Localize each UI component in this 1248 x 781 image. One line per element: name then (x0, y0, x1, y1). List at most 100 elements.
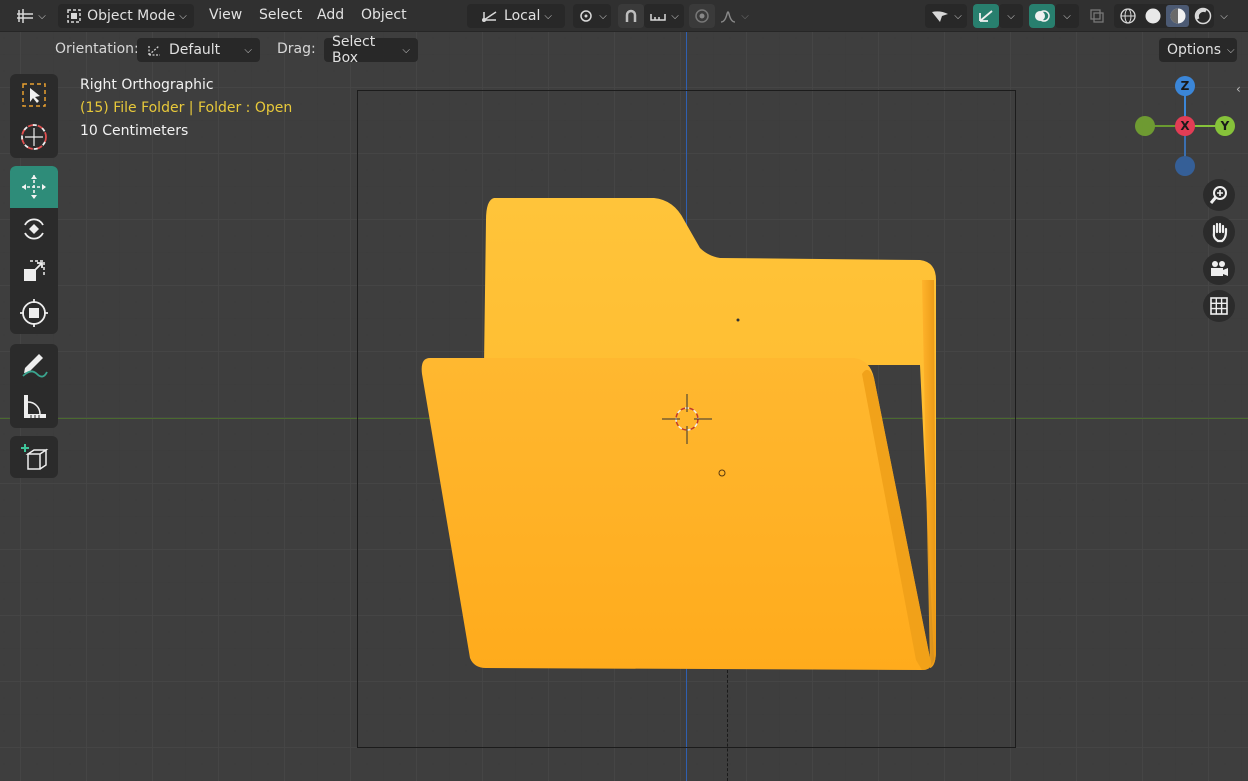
chevron-down-icon: ⌵ (38, 10, 46, 22)
toolbar-group-annotate (10, 344, 58, 428)
pencil-icon (22, 354, 48, 378)
orientation-value: Default (169, 42, 221, 58)
proportional-editing-toggle[interactable] (689, 4, 715, 28)
snap-toggle[interactable] (618, 4, 644, 28)
chevron-down-icon: ⌵ (671, 10, 679, 22)
orientation-dropdown[interactable]: Default ⌵ (137, 38, 260, 62)
chevron-down-icon: ⌵ (179, 10, 187, 22)
menu-view[interactable]: View (209, 7, 242, 23)
chevron-down-icon: ⌵ (599, 10, 607, 22)
rotate-icon (24, 218, 44, 240)
gizmo-neg-y-axis[interactable] (1135, 116, 1155, 136)
chevron-down-icon: ⌵ (244, 44, 252, 56)
tool-measure[interactable] (10, 386, 58, 428)
viewport-header: ⌵ Object Mode ⌵ View Select Add Object L… (0, 0, 1248, 32)
view-name: Right Orthographic (80, 77, 214, 93)
sidebar-toggle-arrow[interactable]: ‹ (1236, 82, 1248, 100)
rendered-shading-button[interactable] (1191, 5, 1214, 27)
cursor-icon (21, 124, 47, 150)
chevron-down-icon: ⌵ (1220, 10, 1228, 22)
tool-cursor[interactable] (10, 116, 58, 158)
gizmo-z-axis[interactable]: Z (1175, 76, 1195, 96)
chevron-down-icon: ⌵ (1227, 44, 1235, 56)
tool-select-box[interactable] (10, 74, 58, 116)
drag-value: Select Box (332, 34, 376, 66)
wireframe-shading-button[interactable] (1116, 5, 1139, 27)
tool-move[interactable] (10, 166, 58, 208)
falloff-curve-icon (721, 11, 736, 23)
ruler-icon (24, 395, 46, 418)
chevron-down-icon: ⌵ (1063, 10, 1071, 22)
selectability-visibility-button[interactable]: ⌵ (925, 4, 967, 28)
object-mode-icon (67, 9, 81, 23)
orientation-label: Orientation: (55, 41, 139, 57)
material-preview-button[interactable] (1166, 5, 1189, 27)
camera-view-button[interactable] (1203, 253, 1235, 285)
gizmo-y-axis[interactable]: Y (1215, 116, 1235, 136)
scale-icon (24, 260, 45, 281)
mode-label: Object Mode (87, 8, 176, 24)
solid-sphere-icon (1145, 8, 1160, 24)
tool-transform[interactable] (10, 292, 58, 334)
zoom-button[interactable] (1203, 179, 1235, 211)
orientation-axes-icon (148, 45, 160, 56)
gizmo-y-label: Y (1220, 119, 1230, 133)
chevron-down-icon: ⌵ (544, 10, 552, 22)
chevron-down-icon: ⌵ (1007, 10, 1015, 22)
grid-scale: 10 Centimeters (80, 123, 189, 139)
grid-axes-icon (17, 9, 34, 23)
camera-icon (1211, 261, 1228, 276)
gizmo-neg-z-axis[interactable] (1175, 156, 1195, 176)
transform-orientation-selector[interactable]: Local ⌵ (467, 4, 565, 28)
overlays-dropdown[interactable]: ⌵ (1055, 4, 1079, 28)
xray-icon (1090, 9, 1104, 23)
options-dropdown[interactable]: Options ⌵ (1159, 38, 1237, 62)
material-sphere-icon (1170, 8, 1185, 24)
3d-cursor[interactable] (662, 394, 712, 444)
tool-scale[interactable] (10, 250, 58, 292)
chevron-down-icon: ⌵ (954, 10, 962, 22)
snap-increment-icon (650, 14, 666, 21)
arrow-cursor-icon (932, 11, 949, 22)
tool-add-cube[interactable] (10, 436, 58, 478)
shading-mode-group (1114, 4, 1214, 28)
gizmo-dropdown[interactable]: ⌵ (999, 4, 1023, 28)
drag-label: Drag: (277, 41, 316, 57)
proportional-falloff-button[interactable]: ⌵ (715, 4, 753, 28)
object-info: (15) File Folder | Folder : Open (80, 100, 293, 116)
pan-button[interactable] (1203, 216, 1235, 248)
tool-annotate[interactable] (10, 344, 58, 386)
perspective-toggle-button[interactable] (1203, 290, 1235, 322)
gizmo-x-label: X (1180, 119, 1190, 133)
transform-icon (20, 299, 48, 327)
orientation-label: Local (504, 8, 541, 24)
toolbar-group-select (10, 74, 58, 158)
menu-add[interactable]: Add (317, 7, 344, 23)
mode-selector[interactable]: Object Mode ⌵ (58, 4, 194, 28)
magnet-icon (625, 9, 637, 22)
tool-rotate[interactable] (10, 208, 58, 250)
wireframe-sphere-icon (1119, 8, 1136, 24)
gizmo-icon (979, 10, 993, 22)
solid-shading-button[interactable] (1141, 5, 1164, 27)
pivot-icon (580, 10, 592, 22)
gizmo-x-axis[interactable]: X (1175, 116, 1195, 136)
drag-dropdown[interactable]: Select Box ⌵ (324, 34, 418, 66)
pivot-point-button[interactable]: ⌵ (573, 4, 611, 28)
menu-select[interactable]: Select (259, 7, 302, 23)
toolbar-group-transform (10, 166, 58, 334)
rendered-sphere-icon (1194, 7, 1211, 25)
grid-icon (1210, 297, 1228, 315)
editor-type-button[interactable]: ⌵ (12, 4, 50, 28)
gizmo-toggle[interactable] (973, 4, 999, 28)
magnifier-zoom-icon (1209, 186, 1227, 204)
select-box-icon (22, 83, 46, 107)
overlays-toggle[interactable] (1029, 4, 1055, 28)
local-orientation-icon (482, 11, 497, 22)
proportional-edit-icon (695, 9, 709, 23)
shading-dropdown[interactable]: ⌵ (1214, 4, 1234, 28)
xray-toggle[interactable] (1085, 4, 1109, 28)
menu-object[interactable]: Object (361, 7, 407, 23)
snap-target-button[interactable]: ⌵ (644, 4, 684, 28)
hand-icon (1212, 222, 1228, 243)
